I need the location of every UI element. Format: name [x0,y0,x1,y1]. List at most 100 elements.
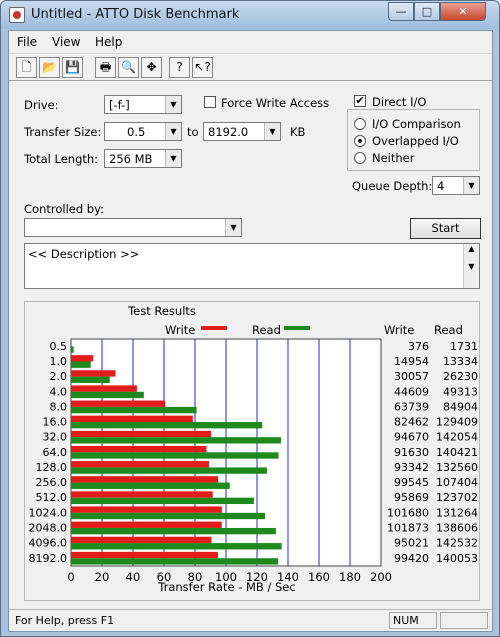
controlled-by-select[interactable]: ▼ [24,218,242,237]
print-icon[interactable]: 🖶 [95,57,116,78]
neither-radio[interactable] [354,152,366,164]
read-value: 132560 [436,461,478,474]
write-value: 95021 [394,537,429,550]
queue-depth-select[interactable]: 4 ▼ [432,176,480,195]
close-button[interactable]: ✕ [440,2,486,21]
menu-view[interactable]: View [52,35,80,49]
y-tick-label: 0.5 [50,340,68,353]
total-length-select[interactable]: 256 MB ▼ [104,149,182,168]
title-bar[interactable]: Untitled - ATTO Disk Benchmark — □ ✕ [1,1,499,29]
context-help-icon[interactable]: ↖? [192,57,213,78]
read-bar [71,391,144,399]
new-icon[interactable]: 🗋 [16,57,37,78]
write-bar [71,415,193,423]
legend-write-label: Write [165,323,195,337]
read-bar [71,558,279,565]
y-tick-label: 4.0 [50,385,68,398]
read-bar [71,543,282,550]
maximize-button[interactable]: □ [414,2,440,21]
force-write-label: Force Write Access [221,96,330,110]
write-bar [71,461,209,468]
menu-file[interactable]: File [17,35,37,49]
write-value: 14954 [394,355,429,368]
read-bar [71,346,74,353]
write-bar [71,340,72,347]
minimize-button[interactable]: — [388,2,414,21]
legend-read-label: Read [252,323,281,337]
transfer-size-label: Transfer Size: [24,125,102,139]
print-preview-icon[interactable]: 🔍 [118,57,139,78]
write-bar [71,476,219,483]
menu-help[interactable]: Help [95,35,122,49]
help-icon[interactable]: ? [169,57,190,78]
description-scrollbar[interactable]: ▲ ▼ [463,244,479,288]
y-tick-label: 1024.0 [29,506,68,519]
write-value: 99420 [394,552,429,565]
status-empty-panel [440,612,488,629]
x-tick-label: 160 [308,570,330,584]
move-icon[interactable]: ✥ [141,57,162,78]
direct-io-checkbox[interactable]: ✔ [354,95,366,107]
overlapped-io-label: Overlapped I/O [372,134,459,148]
write-value: 30057 [394,370,429,383]
chevron-down-icon[interactable]: ▼ [165,123,181,140]
write-bar [71,491,213,498]
x-tick-label: 20 [95,570,110,584]
read-bar [71,376,110,383]
read-value: 26230 [443,370,478,383]
toolbar: 🗋 📂 💾 🖶 🔍 ✥ ? ↖? [9,53,492,81]
x-axis-label: Transfer Rate - MB / Sec [157,580,295,594]
write-value: 99545 [394,476,429,489]
y-tick-label: 4096.0 [29,537,68,550]
read-bar [71,497,254,505]
app-window: Untitled - ATTO Disk Benchmark — □ ✕ Fil… [0,0,500,637]
io-comparison-radio[interactable] [354,118,366,130]
window-title: Untitled - ATTO Disk Benchmark [31,7,240,22]
read-value: 1731 [450,340,478,353]
transfer-size-from-select[interactable]: 0.5 ▼ [104,122,182,141]
open-icon[interactable]: 📂 [39,57,60,78]
transfer-size-to-select[interactable]: 8192.0 ▼ [203,122,281,141]
write-value: 82462 [394,416,429,429]
legend-write-swatch [201,326,227,330]
read-value: 13334 [443,355,478,368]
start-button[interactable]: Start [410,218,481,239]
chevron-down-icon[interactable]: ▼ [165,96,181,113]
force-write-checkbox[interactable] [204,96,216,108]
queue-depth-label: Queue Depth: [352,179,433,193]
y-tick-label: 256.0 [36,476,68,489]
write-bar [71,551,218,559]
chevron-down-icon[interactable]: ▼ [225,219,241,236]
atto-app-icon[interactable] [9,7,25,23]
y-tick-label: 1.0 [50,355,68,368]
drive-label: Drive: [24,98,59,112]
read-value: 142532 [436,537,478,550]
write-value: 101873 [387,521,429,534]
read-value: 129409 [436,416,478,429]
results-chart: Test Results Write Read Write Read 0 20 40… [29,304,478,594]
read-value: 107404 [436,476,478,489]
x-tick-label: 200 [370,570,392,584]
chevron-down-icon[interactable]: ▼ [165,150,181,167]
read-bar [71,482,230,489]
overlapped-io-radio[interactable] [354,135,366,147]
y-tick-label: 8192.0 [29,552,68,565]
write-bar [71,506,222,513]
write-value: 63739 [394,400,429,413]
write-bar [71,430,211,438]
status-help-text: For Help, press F1 [15,614,115,627]
chevron-down-icon[interactable]: ▼ [463,177,479,194]
to-label: to [187,125,199,139]
description-box[interactable]: << Description >> ▲ ▼ [24,243,480,289]
x-tick-label: 40 [126,570,141,584]
write-bar [71,521,222,528]
x-tick-label: 0 [67,570,74,584]
write-bar [71,400,166,407]
drive-select[interactable]: [-f-] ▼ [104,95,182,114]
write-value: 95869 [394,491,429,504]
chevron-down-icon[interactable]: ▼ [264,123,280,140]
write-value: 93342 [394,461,429,474]
write-bar [71,385,137,392]
y-tick-label: 512.0 [36,491,68,504]
save-icon[interactable]: 💾 [62,57,83,78]
